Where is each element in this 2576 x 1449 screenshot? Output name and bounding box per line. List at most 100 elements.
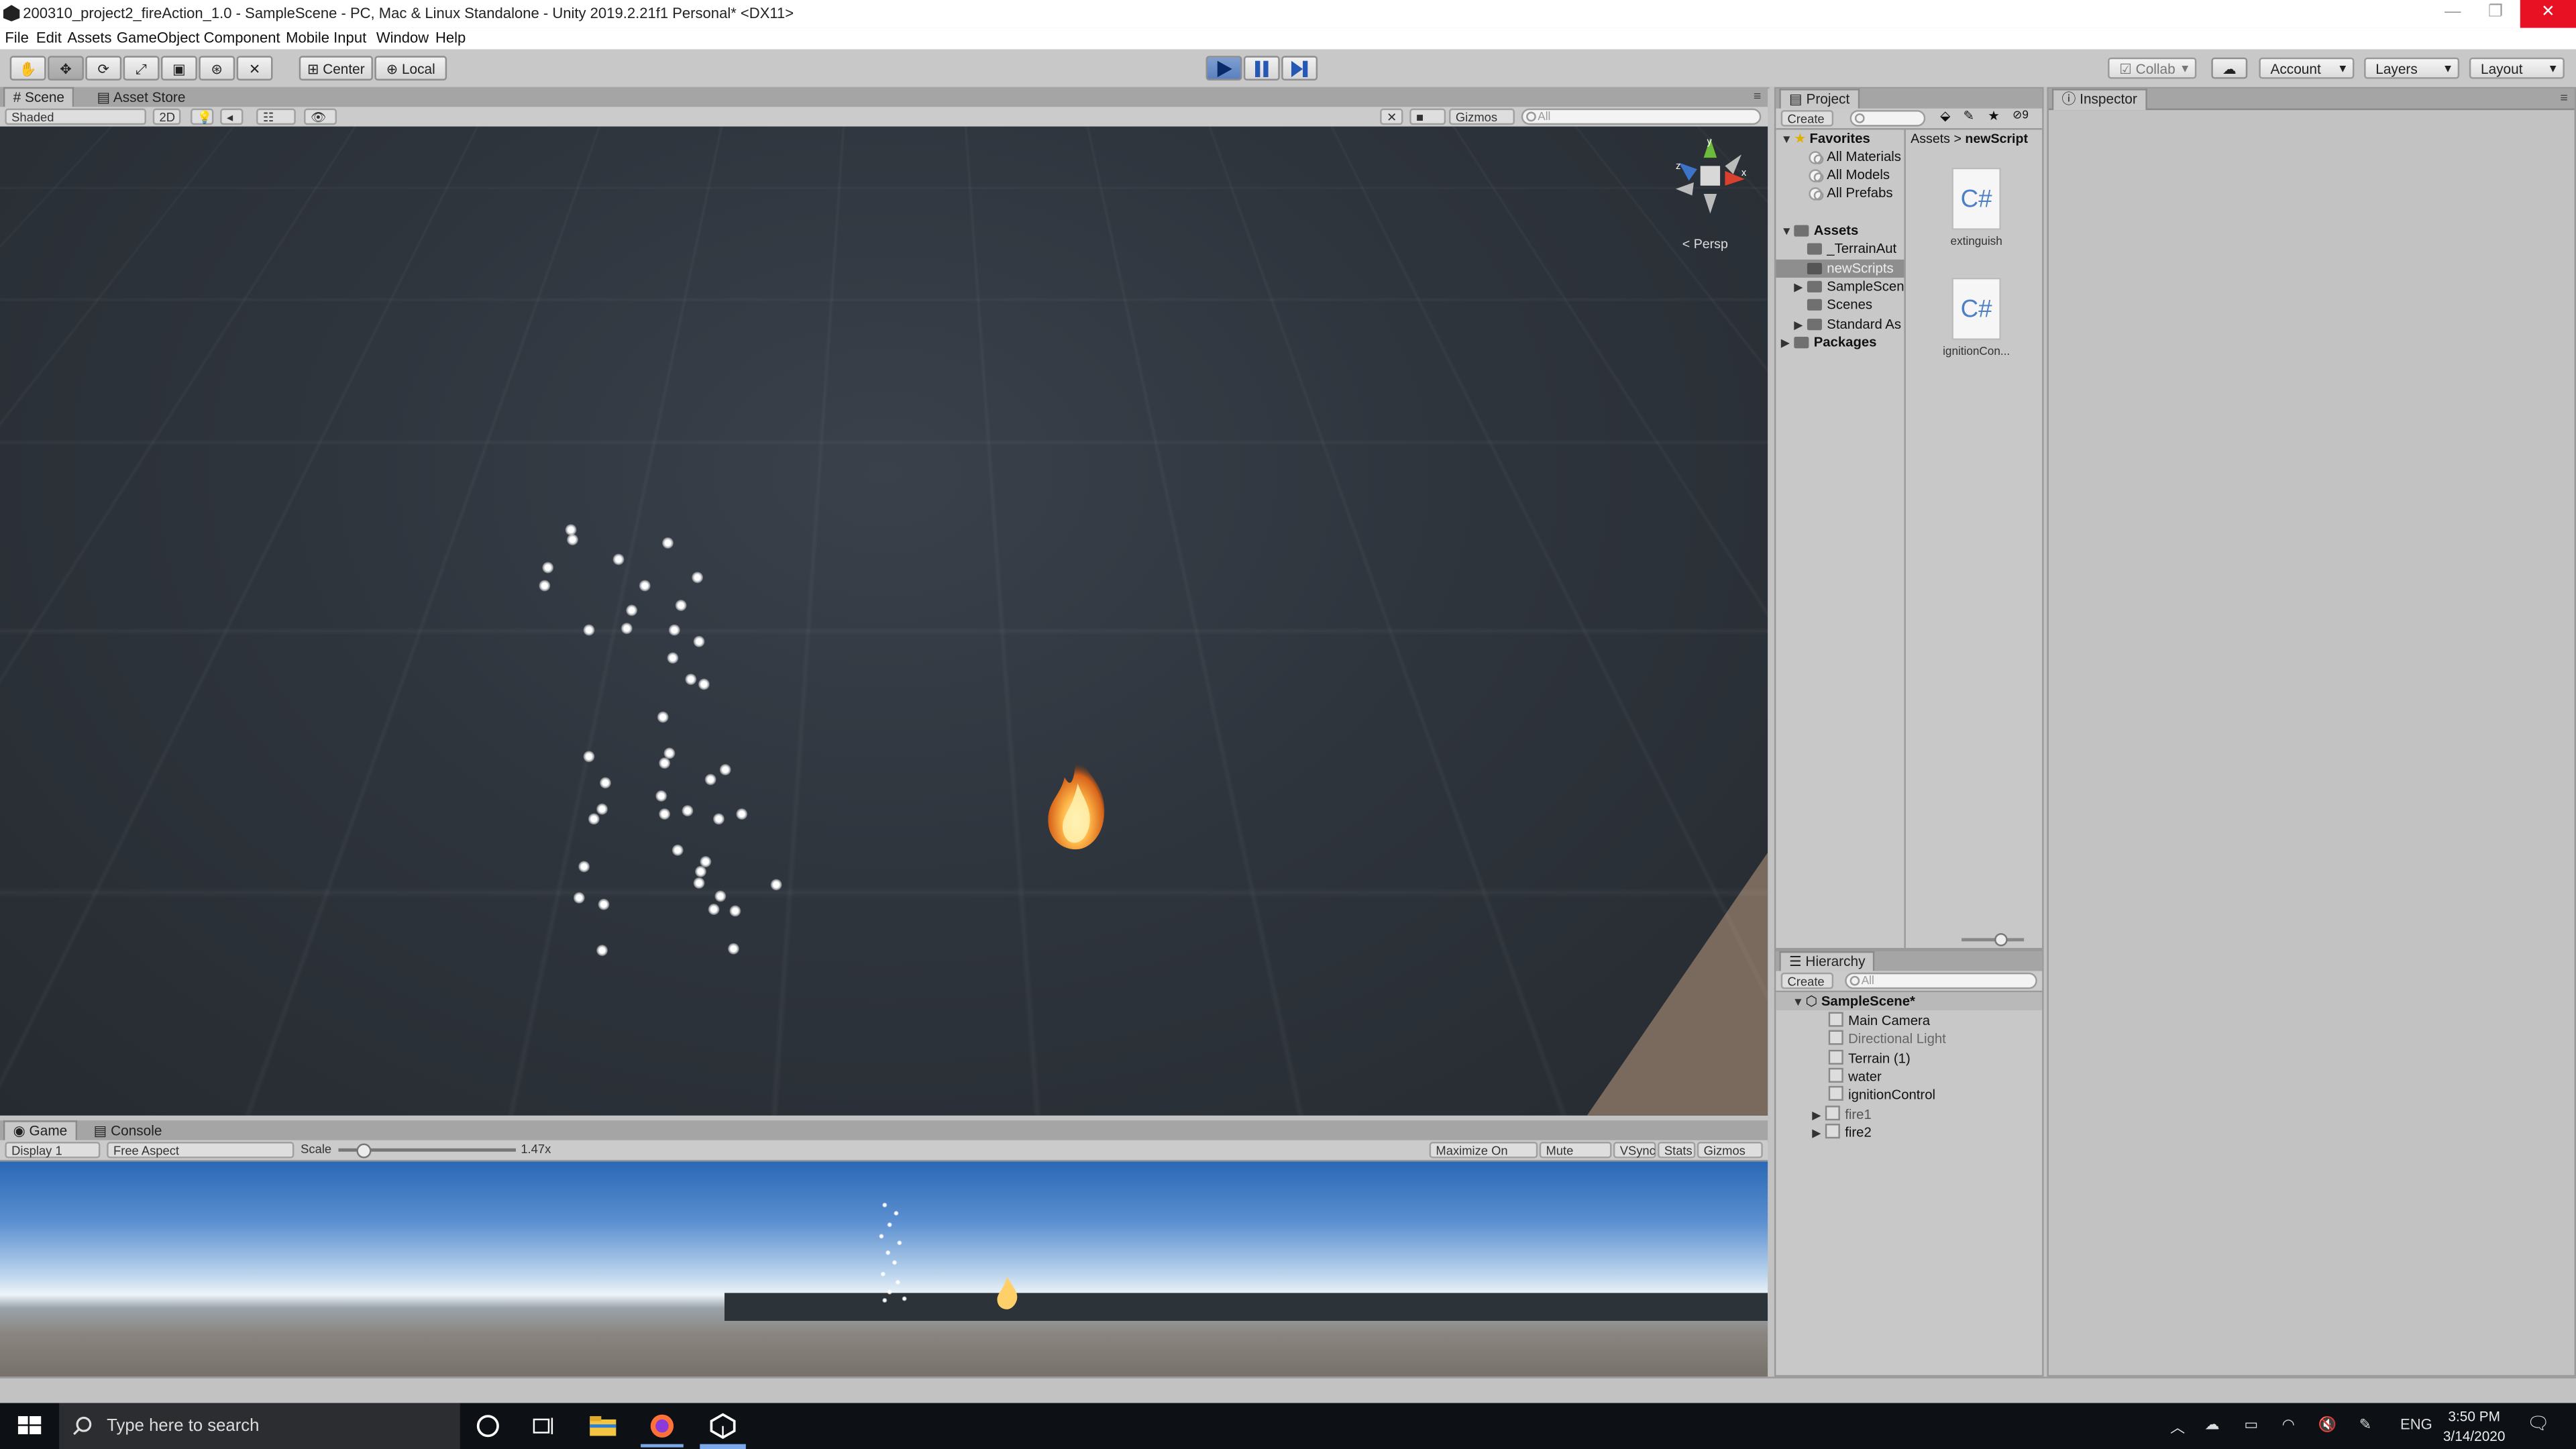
hierarchy-item-water[interactable]: water [1828, 1067, 1882, 1086]
show-hidden-icons[interactable]: ︿ [2170, 1416, 2185, 1438]
breadcrumb-assets[interactable]: Assets [1911, 131, 1950, 146]
menu-window[interactable]: Window [376, 30, 429, 46]
breadcrumb-current[interactable]: newScript [1965, 131, 2028, 146]
gizmos-dropdown[interactable]: Gizmos [1449, 108, 1515, 125]
input-language[interactable]: ENG [2400, 1416, 2432, 1432]
wifi-icon[interactable]: ◠ [2282, 1416, 2295, 1434]
audio-toggle[interactable]: ◂ [220, 108, 244, 125]
tab-asset-store[interactable]: ▤ Asset Store [89, 89, 193, 107]
maximize-button[interactable]: ❐ [2471, 0, 2520, 28]
custom-tool-button[interactable]: ✕ [236, 56, 273, 81]
vsync-toggle[interactable]: VSync [1613, 1142, 1656, 1159]
tab-scene[interactable]: # Scene [3, 87, 74, 109]
tab-hierarchy[interactable]: ☰ Hierarchy [1779, 951, 1876, 973]
task-view-icon[interactable] [527, 1409, 560, 1442]
menu-help[interactable]: Help [435, 30, 466, 46]
menu-mobile-input[interactable]: Mobile Input [286, 30, 366, 46]
tab-console[interactable]: ▤ Console [85, 1122, 170, 1140]
inspector-menu-icon[interactable]: ≡ [2560, 91, 2567, 105]
hierarchy-item-main-camera[interactable]: Main Camera [1828, 1012, 1930, 1030]
minimize-button[interactable]: — [2428, 0, 2477, 28]
collab-dropdown[interactable]: ☑ Collab [2108, 57, 2197, 79]
tools-toggle[interactable]: ✕ [1380, 108, 1403, 125]
cortana-icon[interactable] [472, 1409, 504, 1442]
hierarchy-item-ignitioncontrol[interactable]: ignitionControl [1828, 1085, 1935, 1104]
windows-start-icon[interactable] [13, 1409, 46, 1442]
hierarchy-create-dropdown[interactable]: Create [1780, 972, 1834, 989]
onedrive-icon[interactable]: ☁ [2205, 1416, 2220, 1434]
hidden-packages-icon[interactable]: ⊘9 [2012, 109, 2029, 121]
effects-dropdown[interactable]: ☷ [256, 108, 296, 125]
tab-game[interactable]: ◉ Game [3, 1120, 77, 1142]
lighting-toggle[interactable]: 💡 [191, 108, 214, 125]
tab-inspector[interactable]: ⓘ Inspector [2051, 89, 2147, 111]
display-dropdown[interactable]: Display 1 [5, 1142, 101, 1159]
shading-mode-dropdown[interactable]: Shaded [5, 108, 146, 125]
hierarchy-item-terrain[interactable]: Terrain (1) [1828, 1049, 1911, 1068]
hierarchy-search-input[interactable]: All [1845, 972, 2037, 989]
project-search-input[interactable] [1849, 110, 1926, 127]
assets-row[interactable]: ▼ Assets [1781, 222, 1859, 240]
filter-type-icon[interactable]: ⬙ [1940, 109, 1950, 123]
hierarchy-item-fire2[interactable]: ▶ fire2 [1812, 1124, 1872, 1142]
pivot-center-button[interactable]: ⊞ Center [299, 56, 373, 81]
project-create-dropdown[interactable]: Create [1780, 110, 1834, 127]
folder-newscripts[interactable]: newScripts [1776, 259, 1904, 278]
2d-toggle[interactable]: 2D [152, 108, 181, 125]
pen-icon[interactable]: ✎ [2359, 1416, 2371, 1434]
folder-standard-assets[interactable]: ▶ Standard As [1794, 315, 1902, 333]
scale-slider[interactable] [338, 1143, 516, 1159]
stats-toggle[interactable]: Stats [1658, 1142, 1696, 1159]
file-explorer-icon[interactable] [586, 1409, 619, 1442]
close-button[interactable]: ✕ [2520, 0, 2576, 28]
move-tool-button[interactable]: ✥ [48, 56, 84, 81]
menu-gameobject[interactable]: GameObject [117, 30, 200, 46]
favorites-row[interactable]: ▼ ★ Favorites [1781, 129, 1870, 148]
packages-row[interactable]: ▶ Packages [1781, 333, 1877, 352]
cloud-button[interactable]: ☁ [2211, 57, 2248, 79]
perspective-toggle[interactable]: < Persp [1682, 237, 1728, 252]
camera-dropdown[interactable]: ■ [1409, 108, 1446, 125]
step-button[interactable] [1281, 56, 1318, 81]
scale-slider-handle[interactable] [356, 1143, 372, 1159]
rect-tool-button[interactable]: ▣ [161, 56, 197, 81]
unity-icon[interactable] [706, 1409, 739, 1442]
icon-size-slider-handle[interactable] [1994, 933, 2008, 947]
layout-dropdown[interactable]: Layout [2469, 57, 2565, 79]
pause-button[interactable] [1243, 56, 1280, 81]
folder-scenes[interactable]: Scenes [1794, 296, 1902, 314]
menu-edit[interactable]: Edit [36, 30, 62, 46]
maximize-on-play-toggle[interactable]: Maximize On Play [1429, 1142, 1538, 1175]
rotate-tool-button[interactable]: ⟳ [85, 56, 122, 81]
hierarchy-item-directional-light[interactable]: Directional Light [1828, 1030, 1946, 1049]
file-name-extinguish[interactable]: extinguish [1939, 237, 2015, 248]
layers-dropdown[interactable]: Layers [2364, 57, 2460, 79]
csharp-file-icon[interactable]: C# [1951, 277, 2001, 340]
transform-tool-button[interactable]: ⊛ [199, 56, 235, 81]
favorite-icon[interactable]: ★ [1988, 109, 2000, 123]
scene-search-input[interactable]: All [1521, 108, 1762, 125]
play-button[interactable] [1205, 56, 1242, 81]
notifications-icon[interactable]: 🗨 [2527, 1413, 2550, 1434]
favorite-item-all-prefabs[interactable]: All Prefabs [1809, 184, 1893, 202]
scene-viewport[interactable] [0, 126, 1768, 1116]
menu-component[interactable]: Component [204, 30, 280, 46]
favorite-item-all-materials[interactable]: All Materials [1809, 148, 1901, 166]
scene-orientation-gizmo[interactable]: y x z [1669, 135, 1751, 217]
hidden-objects-toggle[interactable]: 👁 0 [304, 108, 337, 142]
game-gizmos-dropdown[interactable]: Gizmos [1697, 1142, 1763, 1159]
menu-file[interactable]: File [5, 30, 29, 46]
pivot-local-button[interactable]: ⊕ Local [374, 56, 447, 81]
scene-root-row[interactable]: ▼ ⬡ SampleScene* [1776, 992, 2043, 1011]
hierarchy-item-fire1[interactable]: ▶ fire1 [1812, 1106, 1872, 1124]
icon-size-slider[interactable] [1962, 933, 2025, 947]
aspect-dropdown[interactable]: Free Aspect [107, 1142, 294, 1159]
csharp-file-icon[interactable]: C# [1951, 167, 2001, 230]
hand-tool-button[interactable]: ✋ [9, 56, 46, 81]
tab-project[interactable]: ▤ Project [1779, 89, 1860, 111]
favorite-item-all-models[interactable]: All Models [1809, 166, 1890, 184]
game-viewport[interactable] [0, 1161, 1768, 1377]
folder-terrain-autosave[interactable]: _TerrainAut [1794, 240, 1902, 258]
panel-menu-icon[interactable]: ≡ [1754, 89, 1761, 103]
taskbar-clock[interactable]: 3:50 PM 3/14/2020 [2438, 1406, 2510, 1446]
